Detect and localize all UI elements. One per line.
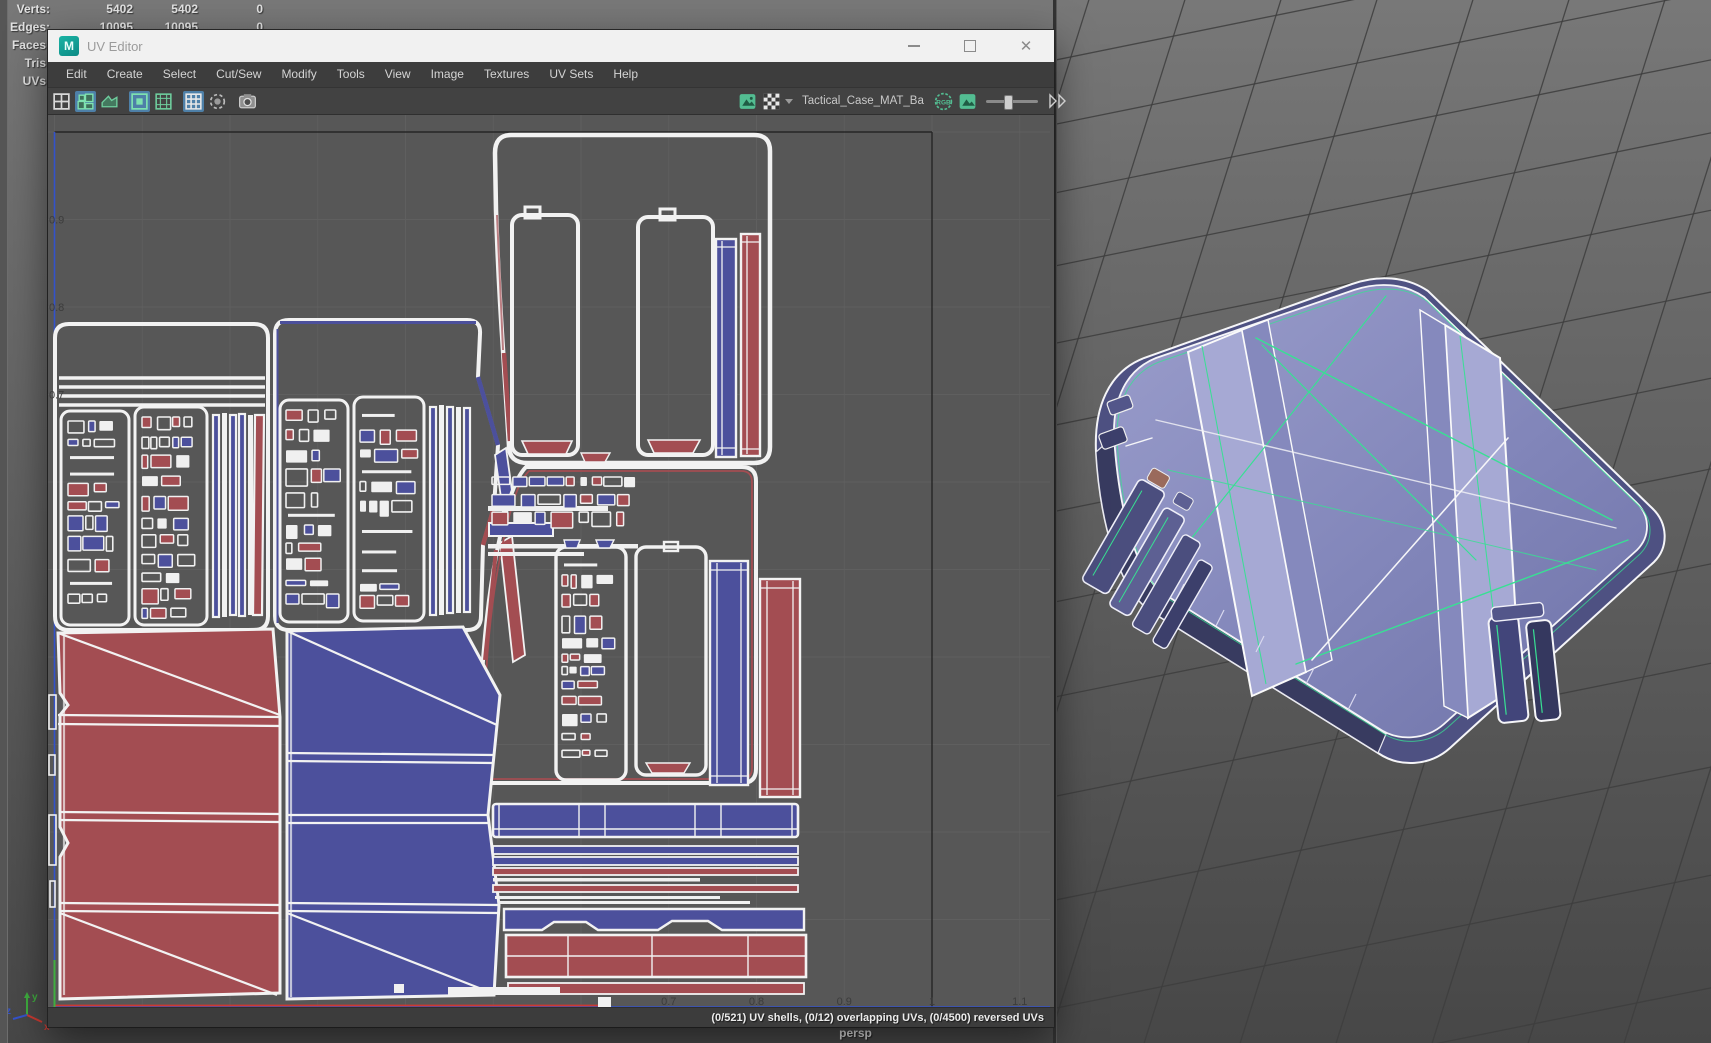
tactical-case-model[interactable] — [1056, 0, 1711, 1043]
menu-item-cut-sew[interactable]: Cut/Sew — [206, 62, 271, 87]
svg-text:RGB: RGB — [936, 99, 951, 106]
menu-item-select[interactable]: Select — [153, 62, 206, 87]
menu-item-tools[interactable]: Tools — [327, 62, 375, 87]
menu-item-view[interactable]: View — [375, 62, 421, 87]
hud-label: Verts: — [16, 2, 50, 16]
uv-bar-red-tall — [758, 577, 802, 799]
expand-arrows-icon[interactable] — [1046, 93, 1068, 109]
close-icon: ✕ — [1019, 37, 1033, 55]
maximize-icon — [964, 40, 976, 52]
menu-item-create[interactable]: Create — [97, 62, 153, 87]
titlebar[interactable]: M UV Editor ✕ — [48, 30, 1054, 62]
dim-image-icon[interactable] — [207, 91, 228, 112]
menu-item-modify[interactable]: Modify — [271, 62, 326, 87]
svg-text:1: 1 — [929, 996, 935, 1007]
hud-value: 5402 — [171, 2, 198, 16]
maya-app-icon: M — [59, 36, 79, 56]
minimize-icon — [908, 45, 920, 47]
shell-view-icon[interactable] — [99, 91, 120, 112]
slider-knob[interactable] — [1003, 94, 1013, 110]
dropdown-caret-icon[interactable] — [785, 98, 793, 104]
uv-editor-window[interactable]: M UV Editor ✕ Edit Create Select Cut/Sew Mod… — [48, 30, 1066, 1027]
frame-selected-icon[interactable] — [129, 90, 150, 112]
checker-map-icon[interactable] — [761, 91, 782, 112]
uv-bottom-white-chip — [598, 997, 611, 1007]
svg-text:0.7: 0.7 — [661, 996, 676, 1007]
uv-quad-blue-panel — [285, 625, 502, 1001]
menu-item-help[interactable]: Help — [603, 62, 648, 87]
uv-grid-layout-icon[interactable] — [51, 91, 72, 112]
menubar: Edit Create Select Cut/Sew Modify Tools View Im… — [48, 62, 1054, 88]
menu-item-uv-sets[interactable]: UV Sets — [539, 62, 603, 87]
panel-left-edge — [0, 0, 8, 1043]
rgb-channels-icon[interactable]: RGB — [933, 91, 954, 112]
uv-statistics-text: (0/521) UV shells, (0/12) overlapping UV… — [711, 1011, 1044, 1024]
uv-shell-lid-top — [492, 132, 773, 466]
window-title: UV Editor — [87, 38, 143, 54]
statusbar: (0/521) UV shells, (0/12) overlapping UV… — [48, 1007, 1054, 1027]
menu-item-textures[interactable]: Textures — [474, 62, 539, 87]
image-display-icon[interactable] — [737, 91, 758, 112]
hud-value: 0 — [256, 2, 263, 16]
grid-snap-icon[interactable] — [183, 90, 204, 112]
image-ratio-icon[interactable] — [957, 91, 978, 112]
frame-all-icon[interactable] — [153, 91, 174, 112]
hud-label: Edges: — [9, 20, 50, 34]
uv-snapshot-icon[interactable] — [237, 91, 258, 112]
hud-value: 5402 — [106, 2, 133, 16]
svg-text:0.8: 0.8 — [49, 302, 64, 314]
minimize-button[interactable] — [886, 30, 942, 62]
gizmo-y-label: y — [32, 992, 38, 1003]
close-button[interactable]: ✕ — [998, 30, 1054, 62]
tile-view-icon[interactable] — [75, 90, 96, 112]
material-name-field[interactable]: Tactical_Case_MAT_Ba — [802, 95, 924, 107]
svg-text:1.1: 1.1 — [1012, 996, 1027, 1007]
maximize-button[interactable] — [942, 30, 998, 62]
exposure-slider[interactable] — [985, 94, 1038, 110]
hud-label: UVs: — [22, 74, 50, 88]
svg-text:0.9: 0.9 — [49, 215, 64, 227]
menu-item-edit[interactable]: Edit — [56, 62, 97, 87]
menu-item-image[interactable]: Image — [421, 62, 474, 87]
hud-label: Faces: — [11, 38, 50, 52]
toolbar: Tactical_Case_MAT_Ba RGB — [48, 88, 1066, 115]
svg-text:0.7: 0.7 — [49, 390, 64, 402]
hud-label: Tris: — [24, 56, 50, 70]
camera-name-label: persp — [839, 1026, 872, 1040]
uv-canvas[interactable]: 0.9 0.8 0.7 0.7 0.8 0.9 1 1.1 — [48, 115, 1054, 1007]
uv-quad-red-panel — [56, 627, 282, 1001]
svg-text:0.9: 0.9 — [837, 996, 852, 1007]
svg-text:0.8: 0.8 — [749, 996, 764, 1007]
